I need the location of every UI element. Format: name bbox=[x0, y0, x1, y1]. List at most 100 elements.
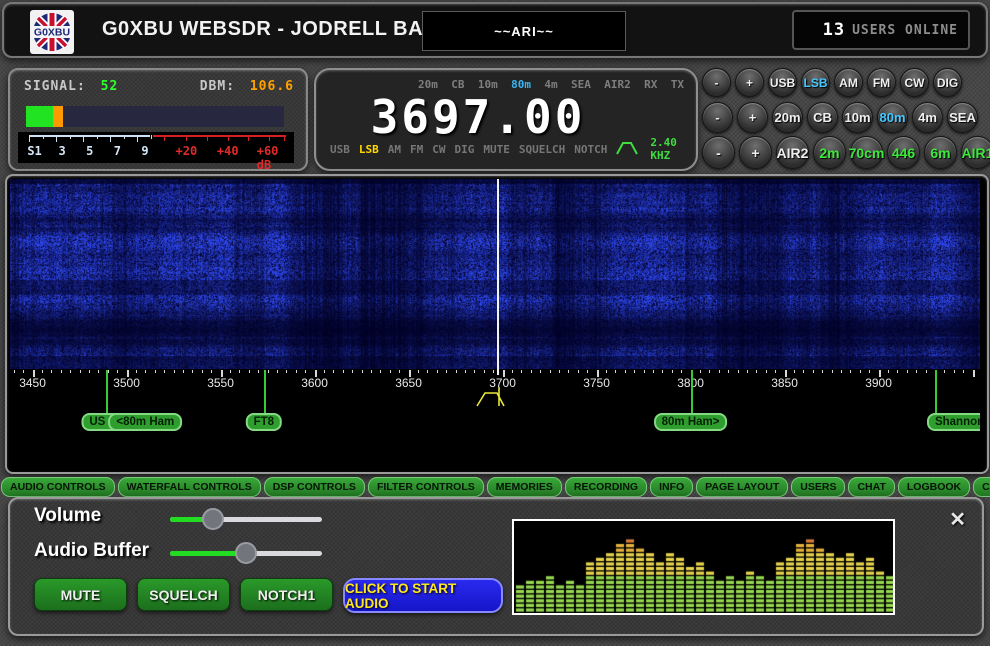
radio-button--row0[interactable]: - bbox=[702, 68, 731, 97]
scale-tick bbox=[42, 370, 43, 373]
radio-button-am-row0[interactable]: AM bbox=[834, 68, 863, 97]
s-meter-label: +20 bbox=[176, 144, 198, 158]
scale-tick bbox=[446, 370, 447, 373]
scale-tick bbox=[578, 370, 579, 373]
radio-button-2m-row2[interactable]: 2m bbox=[813, 136, 846, 169]
radio-button-usb-row0[interactable]: USB bbox=[768, 68, 797, 97]
s-meter-tick bbox=[284, 135, 285, 141]
signal-label: SIGNAL: bbox=[24, 79, 86, 94]
signal-value: 52 bbox=[101, 79, 119, 94]
radio-button-10m-row1[interactable]: 10m bbox=[842, 102, 873, 133]
volume-slider[interactable] bbox=[170, 508, 322, 530]
signal-bar-green bbox=[26, 106, 53, 127]
page-title: G0XBU WEBSDR - JODRELL BANK bbox=[102, 18, 453, 41]
scale-tick bbox=[709, 370, 710, 373]
scale-tick bbox=[493, 370, 494, 373]
scale-tick bbox=[230, 370, 231, 373]
scale-label-3900: 3900 bbox=[865, 376, 892, 390]
tab-users[interactable]: USERS bbox=[791, 477, 845, 497]
radio-button-cb-row1[interactable]: CB bbox=[807, 102, 838, 133]
s-meter-tick bbox=[70, 135, 71, 139]
radio-button--row2[interactable]: - bbox=[702, 136, 735, 169]
radio-button--row0[interactable]: + bbox=[735, 68, 764, 97]
radio-button-sea-row1[interactable]: SEA bbox=[947, 102, 978, 133]
mode-indicator-am: AM bbox=[388, 143, 401, 156]
audio-buffer-thumb[interactable] bbox=[235, 542, 257, 564]
scale-tick bbox=[625, 370, 626, 373]
scale-tick bbox=[681, 370, 682, 373]
dbm-label: DBM: bbox=[200, 79, 235, 94]
mode-indicator-fm: FM bbox=[410, 143, 423, 156]
radio-button--row1[interactable]: - bbox=[702, 102, 733, 133]
tab-memories[interactable]: MEMORIES bbox=[487, 477, 562, 497]
tab-logbook[interactable]: LOGBOOK bbox=[898, 477, 970, 497]
volume-thumb[interactable] bbox=[202, 508, 224, 530]
scale-tick bbox=[239, 370, 240, 373]
scale-tick bbox=[14, 370, 15, 373]
scale-tick bbox=[653, 370, 654, 373]
tab-waterfall-controls[interactable]: WATERFALL CONTROLS bbox=[118, 477, 261, 497]
tab-dsp-controls[interactable]: DSP CONTROLS bbox=[264, 477, 365, 497]
volume-label: Volume bbox=[34, 505, 101, 527]
scale-tick bbox=[51, 370, 52, 373]
tab-filter-controls[interactable]: FILTER CONTROLS bbox=[368, 477, 484, 497]
radio-button-dig-row0[interactable]: DIG bbox=[933, 68, 962, 97]
band-marker-80m-ham[interactable]: <80m Ham bbox=[108, 413, 182, 431]
scale-tick bbox=[841, 370, 842, 373]
scale-tick bbox=[916, 370, 917, 373]
s-meter-tick bbox=[97, 135, 98, 139]
band-marker-ft8[interactable]: FT8 bbox=[246, 413, 282, 431]
audio-buffer-slider[interactable] bbox=[170, 542, 322, 564]
radio-button-20m-row1[interactable]: 20m bbox=[772, 102, 803, 133]
tab-cb-codes[interactable]: CB CODES bbox=[973, 477, 990, 497]
s-meter-label: 3 bbox=[59, 144, 66, 158]
tab-audio-controls[interactable]: AUDIO CONTROLS bbox=[1, 477, 115, 497]
mode-indicator-dig: DIG bbox=[455, 143, 475, 156]
radio-button-cw-row0[interactable]: CW bbox=[900, 68, 929, 97]
signal-meter-panel: SIGNAL: 52 DBM: 106.6 S13579+20+40+60 dB bbox=[8, 68, 308, 171]
radio-button--row2[interactable]: + bbox=[739, 136, 772, 169]
radio-button-row-0: -+USBLSBAMFMCWDIG bbox=[702, 68, 962, 97]
radio-button-air1-row2[interactable]: AIR1 bbox=[961, 136, 990, 169]
tab-info[interactable]: INFO bbox=[650, 477, 693, 497]
tab-recording[interactable]: RECORDING bbox=[565, 477, 647, 497]
click-to-start-audio-button[interactable]: CLICK TO START AUDIO bbox=[343, 578, 503, 613]
s-meter-label: +60 dB bbox=[257, 144, 282, 172]
notch1-button[interactable]: NOTCH1 bbox=[240, 578, 333, 611]
svg-text:G0XBU: G0XBU bbox=[34, 27, 70, 39]
close-icon[interactable]: ✕ bbox=[949, 507, 966, 532]
tab-page-layout[interactable]: PAGE LAYOUT bbox=[696, 477, 788, 497]
band-marker-shannon-volmet[interactable]: Shannon Volmet bbox=[927, 413, 980, 431]
radio-button-4m-row1[interactable]: 4m bbox=[912, 102, 943, 133]
scale-tick bbox=[484, 370, 485, 373]
mute-button[interactable]: MUTE bbox=[34, 578, 127, 611]
radio-button-70cm-row2[interactable]: 70cm bbox=[850, 136, 883, 169]
radio-button-fm-row0[interactable]: FM bbox=[867, 68, 896, 97]
radio-button-lsb-row0[interactable]: LSB bbox=[801, 68, 830, 97]
radio-button-6m-row2[interactable]: 6m bbox=[924, 136, 957, 169]
mode-indicator-cw: CW bbox=[432, 143, 445, 156]
band-marker-80m-ham[interactable]: 80m Ham> bbox=[654, 413, 728, 431]
scale-tick bbox=[973, 370, 975, 377]
scale-label-3450: 3450 bbox=[19, 376, 46, 390]
radio-button-446-row2[interactable]: 446 bbox=[887, 136, 920, 169]
s-meter-label: 7 bbox=[114, 144, 121, 158]
radio-button-air2-row2[interactable]: AIR2 bbox=[776, 136, 809, 169]
squelch-button[interactable]: SQUELCH bbox=[137, 578, 230, 611]
tab-chat[interactable]: CHAT bbox=[848, 477, 894, 497]
audio-buffer-label: Audio Buffer bbox=[34, 540, 149, 562]
radio-button--row1[interactable]: + bbox=[737, 102, 768, 133]
s-meter-tick bbox=[56, 135, 57, 142]
websdr-page: G0XBU G0XBU WEBSDR - JODRELL BANK ~~ARI~… bbox=[0, 0, 990, 646]
scale-tick bbox=[869, 370, 870, 373]
users-label: USERS ONLINE bbox=[852, 23, 958, 38]
scale-label-3650: 3650 bbox=[395, 376, 422, 390]
scale-tick bbox=[333, 370, 334, 373]
s-meter-white-line bbox=[29, 135, 150, 137]
s-meter-tick bbox=[269, 135, 270, 141]
radio-button-80m-row1[interactable]: 80m bbox=[877, 102, 908, 133]
scale-tick bbox=[324, 370, 325, 373]
s-meter-tick bbox=[151, 135, 152, 139]
waterfall-display[interactable] bbox=[10, 179, 980, 369]
scale-tick bbox=[474, 370, 475, 373]
